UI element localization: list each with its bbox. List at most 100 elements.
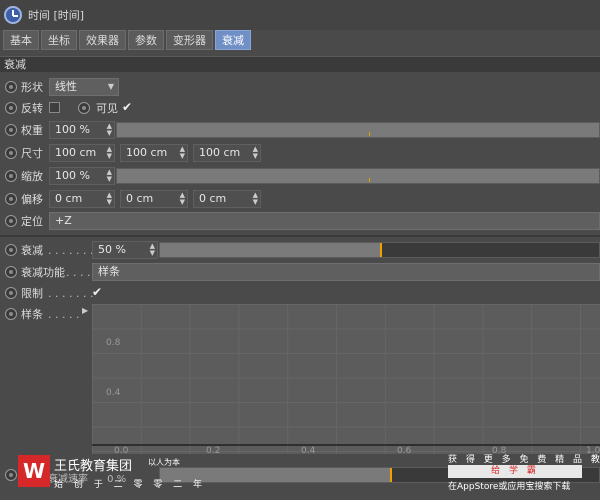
row-orientation: 定位 +Z: [0, 210, 600, 232]
promo-line2: 给 学 霸: [448, 465, 582, 478]
size-z-field[interactable]: 100 cm ▲ ▼: [193, 144, 261, 162]
stepper-icon[interactable]: ▲ ▼: [253, 192, 258, 206]
offset-x-field[interactable]: 0 cm ▲ ▼: [49, 190, 115, 208]
clamp-checkbox[interactable]: ✔: [92, 285, 102, 299]
visible-checkbox[interactable]: ✔: [122, 100, 132, 114]
falloff-field[interactable]: 50 % ▲ ▼: [92, 241, 158, 259]
slider-tick: [369, 132, 370, 136]
window-title: 时间 [时间]: [28, 9, 85, 22]
animate-radio[interactable]: [5, 469, 17, 481]
spline-graph[interactable]: 0.8 0.4 0.0 0.2 0.4 0.6 0.8 1.0: [92, 304, 600, 454]
row-clamp: 限制 . . . . . . . ✔: [0, 282, 600, 304]
divider: [0, 235, 600, 237]
animate-radio[interactable]: [5, 308, 17, 320]
falloff-dots: . . . . . . .: [48, 243, 94, 257]
tab-basic[interactable]: 基本: [3, 30, 39, 50]
spline-label: 样条: [21, 308, 43, 321]
section-header: 衰减: [0, 56, 600, 72]
weight-slider[interactable]: [116, 122, 600, 138]
animate-radio[interactable]: [5, 215, 17, 227]
visible-label: 可见: [96, 102, 118, 115]
scale-slider[interactable]: [116, 168, 600, 184]
animate-radio[interactable]: [5, 124, 17, 136]
scale-label: 缩放: [21, 170, 43, 183]
falloff-func-value: 样条: [98, 265, 120, 278]
falloff-slider-fill: [160, 243, 380, 257]
tab-effectors[interactable]: 效果器: [79, 30, 126, 50]
tab-deformer[interactable]: 变形器: [166, 30, 213, 50]
graph-y-tick: 0.8: [106, 338, 121, 348]
stepper-icon[interactable]: ▲ ▼: [150, 243, 155, 257]
stepper-icon[interactable]: ▲ ▼: [180, 146, 185, 160]
watermark-logo-left: W 王氏教育集团 以人为本 始 创 于 二 零 零 二 年: [18, 455, 202, 497]
tab-bar: 基本 坐标 效果器 参数 变形器 衰减: [3, 30, 251, 50]
row-falloff: 衰减 . . . . . . . 50 % ▲ ▼: [0, 239, 600, 261]
graph-x-tick: 0.6: [397, 446, 412, 454]
orient-dropdown[interactable]: +Z: [49, 212, 600, 230]
graph-x-axis: [92, 444, 600, 446]
row-size: 尺寸 100 cm ▲ ▼ 100 cm ▲ ▼ 100 cm ▲ ▼: [0, 142, 600, 164]
offset-y-field[interactable]: 0 cm ▲ ▼: [120, 190, 188, 208]
tab-coord[interactable]: 坐标: [41, 30, 77, 50]
animate-radio[interactable]: [5, 81, 17, 93]
brand-motto: 以人为本: [148, 458, 180, 467]
weight-label: 权重: [21, 124, 43, 137]
animate-radio[interactable]: [5, 266, 17, 278]
tab-falloff[interactable]: 衰减: [215, 30, 251, 50]
graph-x-tick: 0.2: [206, 446, 221, 454]
tab-parameters[interactable]: 参数: [128, 30, 164, 50]
row-shape: 形状 线性 ▼: [0, 76, 600, 98]
shape-label: 形状: [21, 81, 43, 94]
row-offset: 偏移 0 cm ▲ ▼ 0 cm ▲ ▼ 0 cm ▲ ▼: [0, 188, 600, 210]
falloff-func-label: 衰减功能: [21, 266, 65, 279]
brand-logo-icon: W: [18, 455, 50, 487]
size-y-field[interactable]: 100 cm ▲ ▼: [120, 144, 188, 162]
falloff-func-dropdown[interactable]: 样条: [92, 263, 600, 281]
stepper-icon[interactable]: ▲ ▼: [107, 192, 112, 206]
stepper-icon[interactable]: ▲ ▼: [253, 146, 258, 160]
clamp-label: 限制: [21, 287, 43, 300]
graph-x-tick: 0.0: [114, 446, 129, 454]
chevron-down-icon: ▼: [107, 82, 114, 91]
stepper-icon[interactable]: ▲ ▼: [107, 146, 112, 160]
stepper-icon[interactable]: ▲ ▼: [107, 169, 112, 183]
promo-line3: 在AppStore或应用宝搜索下载: [448, 482, 571, 492]
row-scale: 缩放 100 % ▲ ▼: [0, 165, 600, 187]
animate-radio[interactable]: [5, 102, 17, 114]
size-z-value: 100 cm: [199, 146, 241, 159]
expand-arrow-icon[interactable]: ▶: [82, 306, 88, 315]
brand-subtitle: 始 创 于 二 零 零 二 年: [54, 480, 207, 490]
size-x-value: 100 cm: [55, 146, 97, 159]
offset-z-value: 0 cm: [199, 192, 227, 205]
rate-slider-handle[interactable]: [390, 468, 392, 482]
row-falloff-function: 衰减功能 . . . . 样条: [0, 261, 600, 283]
animate-radio[interactable]: [5, 147, 17, 159]
falloff-func-dots: . . . .: [66, 265, 91, 279]
stepper-icon[interactable]: ▲ ▼: [180, 192, 185, 206]
falloff-slider-handle[interactable]: [379, 243, 382, 257]
scale-field[interactable]: 100 % ▲ ▼: [49, 167, 115, 185]
offset-y-value: 0 cm: [126, 192, 154, 205]
shape-dropdown[interactable]: 线性 ▼: [49, 78, 119, 96]
animate-radio[interactable]: [5, 287, 17, 299]
size-x-field[interactable]: 100 cm ▲ ▼: [49, 144, 115, 162]
animate-radio[interactable]: [5, 193, 17, 205]
brand-name: 王氏教育集团: [54, 459, 133, 474]
falloff-label: 衰减: [21, 244, 43, 257]
clamp-dots: . . . . . . .: [48, 286, 94, 300]
animate-radio[interactable]: [5, 170, 17, 182]
size-y-value: 100 cm: [126, 146, 168, 159]
weight-field[interactable]: 100 % ▲ ▼: [49, 121, 115, 139]
falloff-slider[interactable]: [159, 242, 600, 258]
orient-value: +Z: [55, 214, 72, 227]
shape-value: 线性: [55, 80, 77, 93]
promo-line1: 获 得 更 多 免 费 精 品 教 程: [448, 455, 600, 465]
invert-checkbox[interactable]: [49, 102, 60, 113]
animate-radio[interactable]: [5, 244, 17, 256]
animate-radio[interactable]: [78, 102, 90, 114]
graph-x-tick: 0.4: [301, 446, 316, 454]
offset-z-field[interactable]: 0 cm ▲ ▼: [193, 190, 261, 208]
stepper-icon[interactable]: ▲ ▼: [107, 123, 112, 137]
spline-dots: . . . . .: [48, 307, 80, 321]
row-invert: 反转 可见 ✔: [0, 97, 600, 119]
